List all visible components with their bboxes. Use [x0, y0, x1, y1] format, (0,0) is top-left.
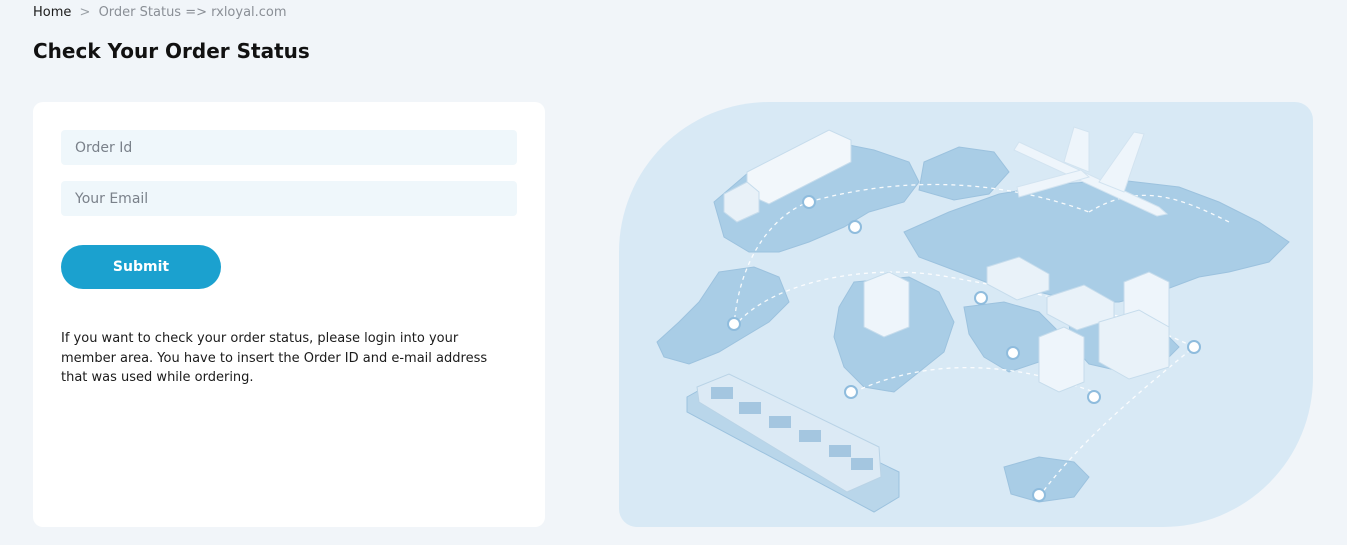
order-status-info-text: If you want to check your order status, … — [61, 331, 488, 385]
order-status-form-card: Submit If you want to check your order s… — [33, 102, 545, 527]
submit-button[interactable]: Submit — [61, 245, 221, 289]
breadcrumb: Home > Order Status => rxloyal.com — [33, 5, 287, 20]
world-map-icon — [656, 126, 1290, 513]
world-logistics-map-illustration — [619, 102, 1313, 527]
breadcrumb-current: Order Status => rxloyal.com — [98, 5, 287, 20]
breadcrumb-home-link[interactable]: Home — [33, 5, 71, 20]
breadcrumb-separator: > — [79, 5, 91, 20]
page-title: Check Your Order Status — [33, 39, 310, 63]
email-input[interactable] — [61, 181, 517, 216]
order-id-input[interactable] — [61, 130, 517, 165]
